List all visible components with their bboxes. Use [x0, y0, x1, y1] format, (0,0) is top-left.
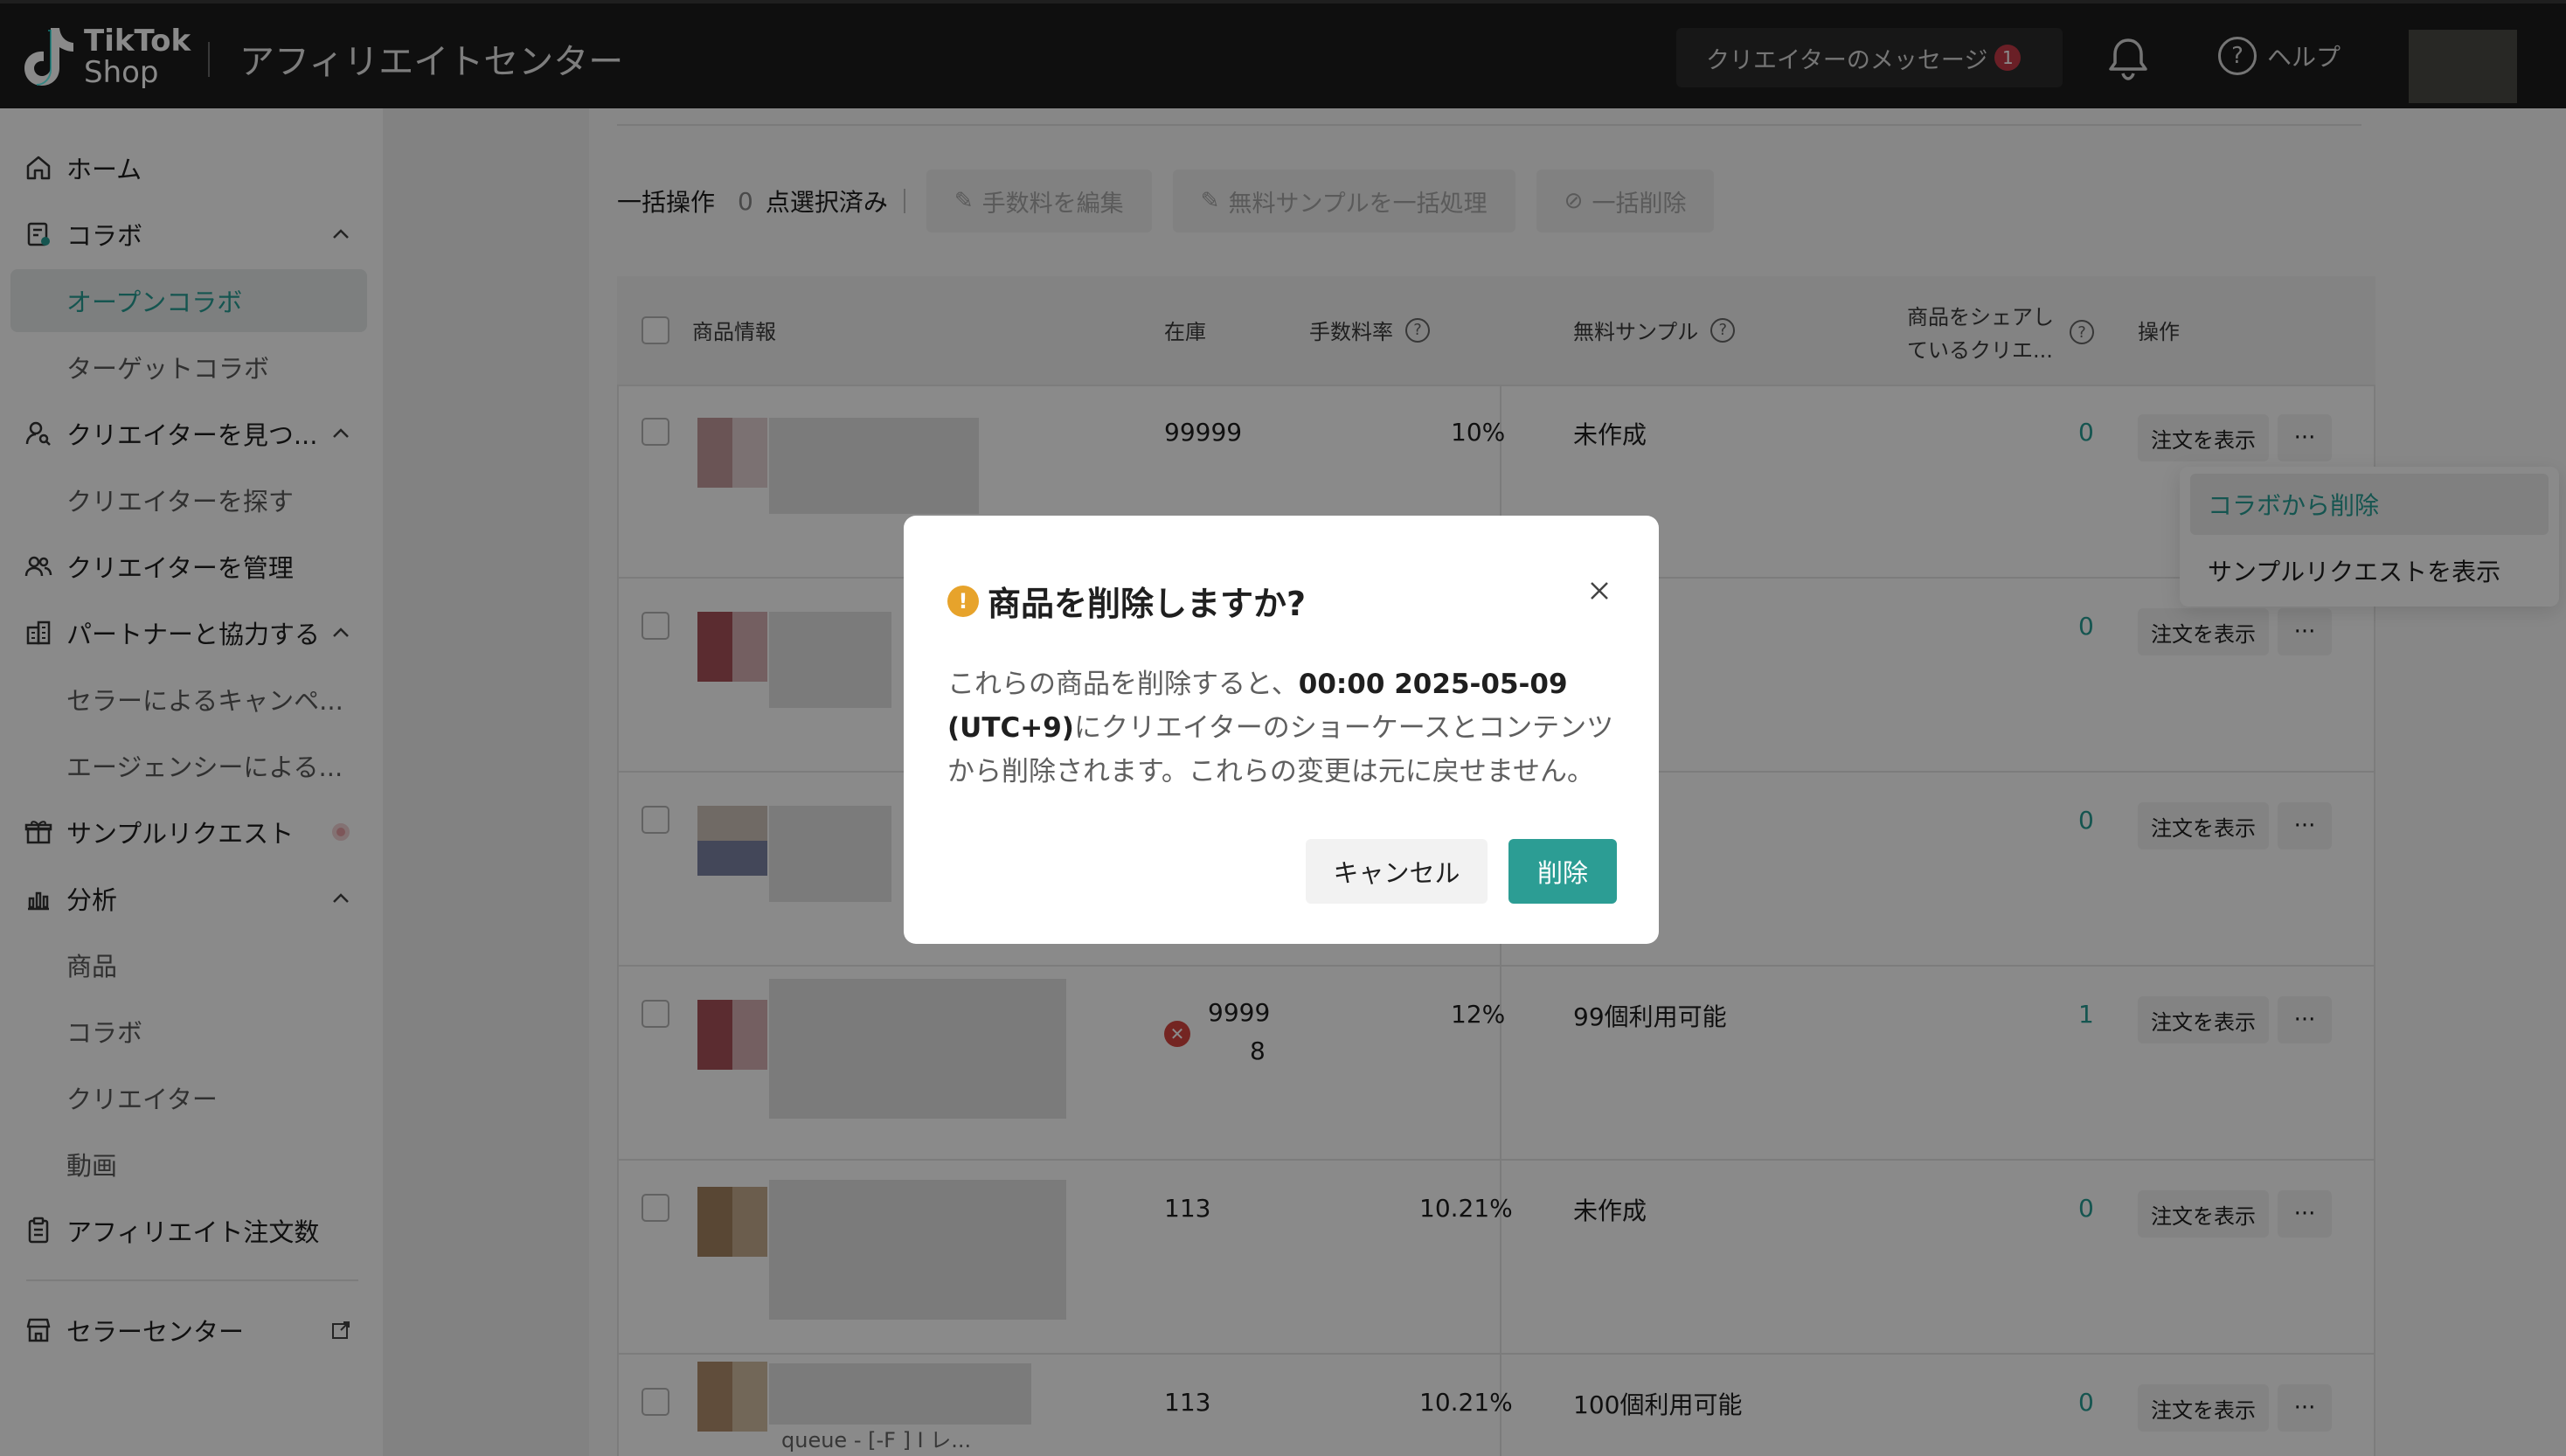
warning-icon: ! — [947, 585, 979, 617]
dialog-title-text: 商品を削除しますか? — [988, 585, 1307, 623]
dialog-message: これらの商品を削除すると、00:00 2025-05-09 (UTC+9)にクリ… — [947, 662, 1629, 794]
delete-button[interactable]: 削除 — [1508, 839, 1617, 904]
cancel-button[interactable]: キャンセル — [1306, 839, 1488, 904]
close-icon[interactable] — [1585, 577, 1613, 605]
message-pre: これらの商品を削除すると、 — [947, 669, 1299, 700]
delete-confirm-dialog: ! 商品を削除しますか? これらの商品を削除すると、00:00 2025-05-… — [904, 516, 1659, 944]
dialog-title: ! 商品を削除しますか? — [947, 577, 1306, 625]
